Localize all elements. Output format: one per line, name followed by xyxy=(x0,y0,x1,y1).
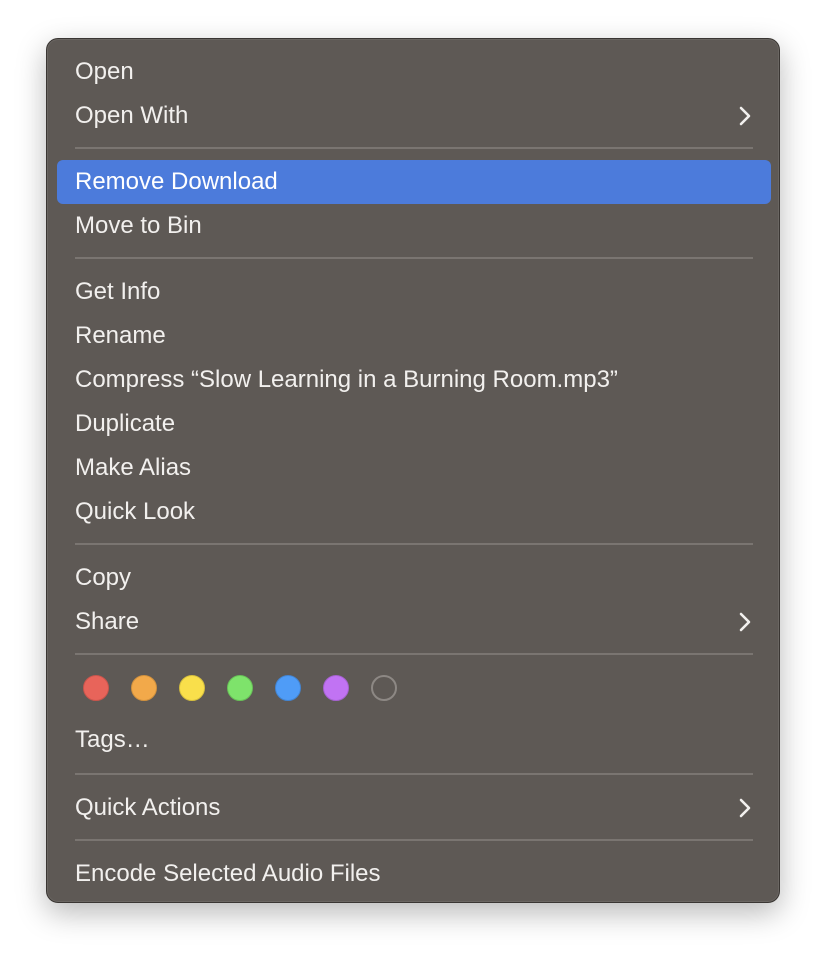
chevron-right-icon xyxy=(739,106,751,126)
tag-orange-dot[interactable] xyxy=(131,675,157,701)
menu-item-label: Get Info xyxy=(75,278,161,305)
menu-item-label: Quick Actions xyxy=(75,794,221,821)
menu-separator xyxy=(75,257,753,259)
menu-item-move-to-bin[interactable]: Move to Bin xyxy=(57,204,771,248)
menu-item-quick-look[interactable]: Quick Look xyxy=(57,490,771,534)
menu-item-label: Compress “Slow Learning in a Burning Roo… xyxy=(75,366,618,393)
menu-item-share[interactable]: Share xyxy=(57,600,771,644)
tag-gray-dot[interactable] xyxy=(371,675,397,701)
menu-item-label: Open xyxy=(75,58,134,85)
menu-separator xyxy=(75,147,753,149)
menu-item-label: Move to Bin xyxy=(75,212,202,239)
menu-item-label: Share xyxy=(75,608,140,635)
tag-red-dot[interactable] xyxy=(83,675,109,701)
tag-green-dot[interactable] xyxy=(227,675,253,701)
menu-item-rename[interactable]: Rename xyxy=(57,314,771,358)
menu-separator xyxy=(75,543,753,545)
menu-item-encode-audio[interactable]: Encode Selected Audio Files xyxy=(57,852,771,896)
tag-purple-dot[interactable] xyxy=(323,675,349,701)
tag-yellow-dot[interactable] xyxy=(179,675,205,701)
menu-separator xyxy=(75,839,753,841)
menu-item-open-with[interactable]: Open With xyxy=(57,94,771,138)
menu-item-label: Copy xyxy=(75,564,132,591)
menu-separator xyxy=(75,653,753,655)
menu-item-label: Rename xyxy=(75,322,166,349)
menu-item-duplicate[interactable]: Duplicate xyxy=(57,402,771,446)
menu-item-tags[interactable]: Tags… xyxy=(57,718,771,762)
menu-item-label: Quick Look xyxy=(75,498,196,525)
menu-item-copy[interactable]: Copy xyxy=(57,556,771,600)
menu-item-quick-actions[interactable]: Quick Actions xyxy=(57,786,771,830)
menu-item-remove-download[interactable]: Remove Download xyxy=(57,160,771,204)
menu-item-label: Open With xyxy=(75,102,189,129)
menu-item-label: Duplicate xyxy=(75,410,176,437)
menu-separator xyxy=(75,773,753,775)
menu-item-make-alias[interactable]: Make Alias xyxy=(57,446,771,490)
menu-item-open[interactable]: Open xyxy=(57,50,771,94)
chevron-right-icon xyxy=(739,612,751,632)
menu-item-compress[interactable]: Compress “Slow Learning in a Burning Roo… xyxy=(57,358,771,402)
menu-item-label: Tags… xyxy=(75,726,150,753)
menu-item-label: Make Alias xyxy=(75,454,192,481)
chevron-right-icon xyxy=(739,798,751,818)
menu-item-get-info[interactable]: Get Info xyxy=(57,270,771,314)
menu-item-label: Remove Download xyxy=(75,168,278,195)
menu-item-label: Encode Selected Audio Files xyxy=(75,860,381,887)
tag-blue-dot[interactable] xyxy=(275,675,301,701)
context-menu: Open Open With Remove Download Move to B… xyxy=(46,38,780,903)
